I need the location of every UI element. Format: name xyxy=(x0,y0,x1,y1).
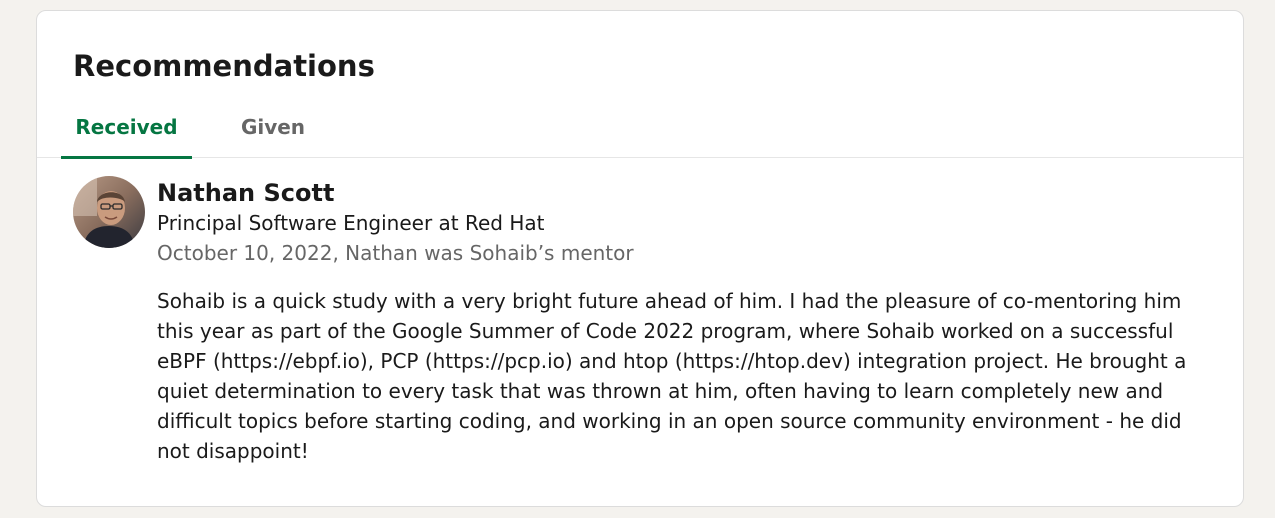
recommendation-text: Sohaib is a quick study with a very brig… xyxy=(157,289,1187,463)
tab-given[interactable]: Given xyxy=(229,101,317,158)
recommendation-body: Nathan Scott Principal Software Engineer… xyxy=(157,176,1207,466)
recommender-headline: Principal Software Engineer at Red Hat xyxy=(157,211,545,235)
avatar[interactable] xyxy=(73,176,145,248)
recommender-name[interactable]: Nathan Scott xyxy=(157,176,1207,210)
avatar-photo xyxy=(73,176,145,248)
tab-received[interactable]: Received xyxy=(61,101,192,159)
recommendation-meta: October 10, 2022, Nathan was Sohaib’s me… xyxy=(157,241,634,265)
recommendations-card: Recommendations Received Given Nathan Sc… xyxy=(36,10,1244,507)
recommendation-tabs: Received Given xyxy=(37,101,1243,159)
section-title: Recommendations xyxy=(73,49,375,83)
